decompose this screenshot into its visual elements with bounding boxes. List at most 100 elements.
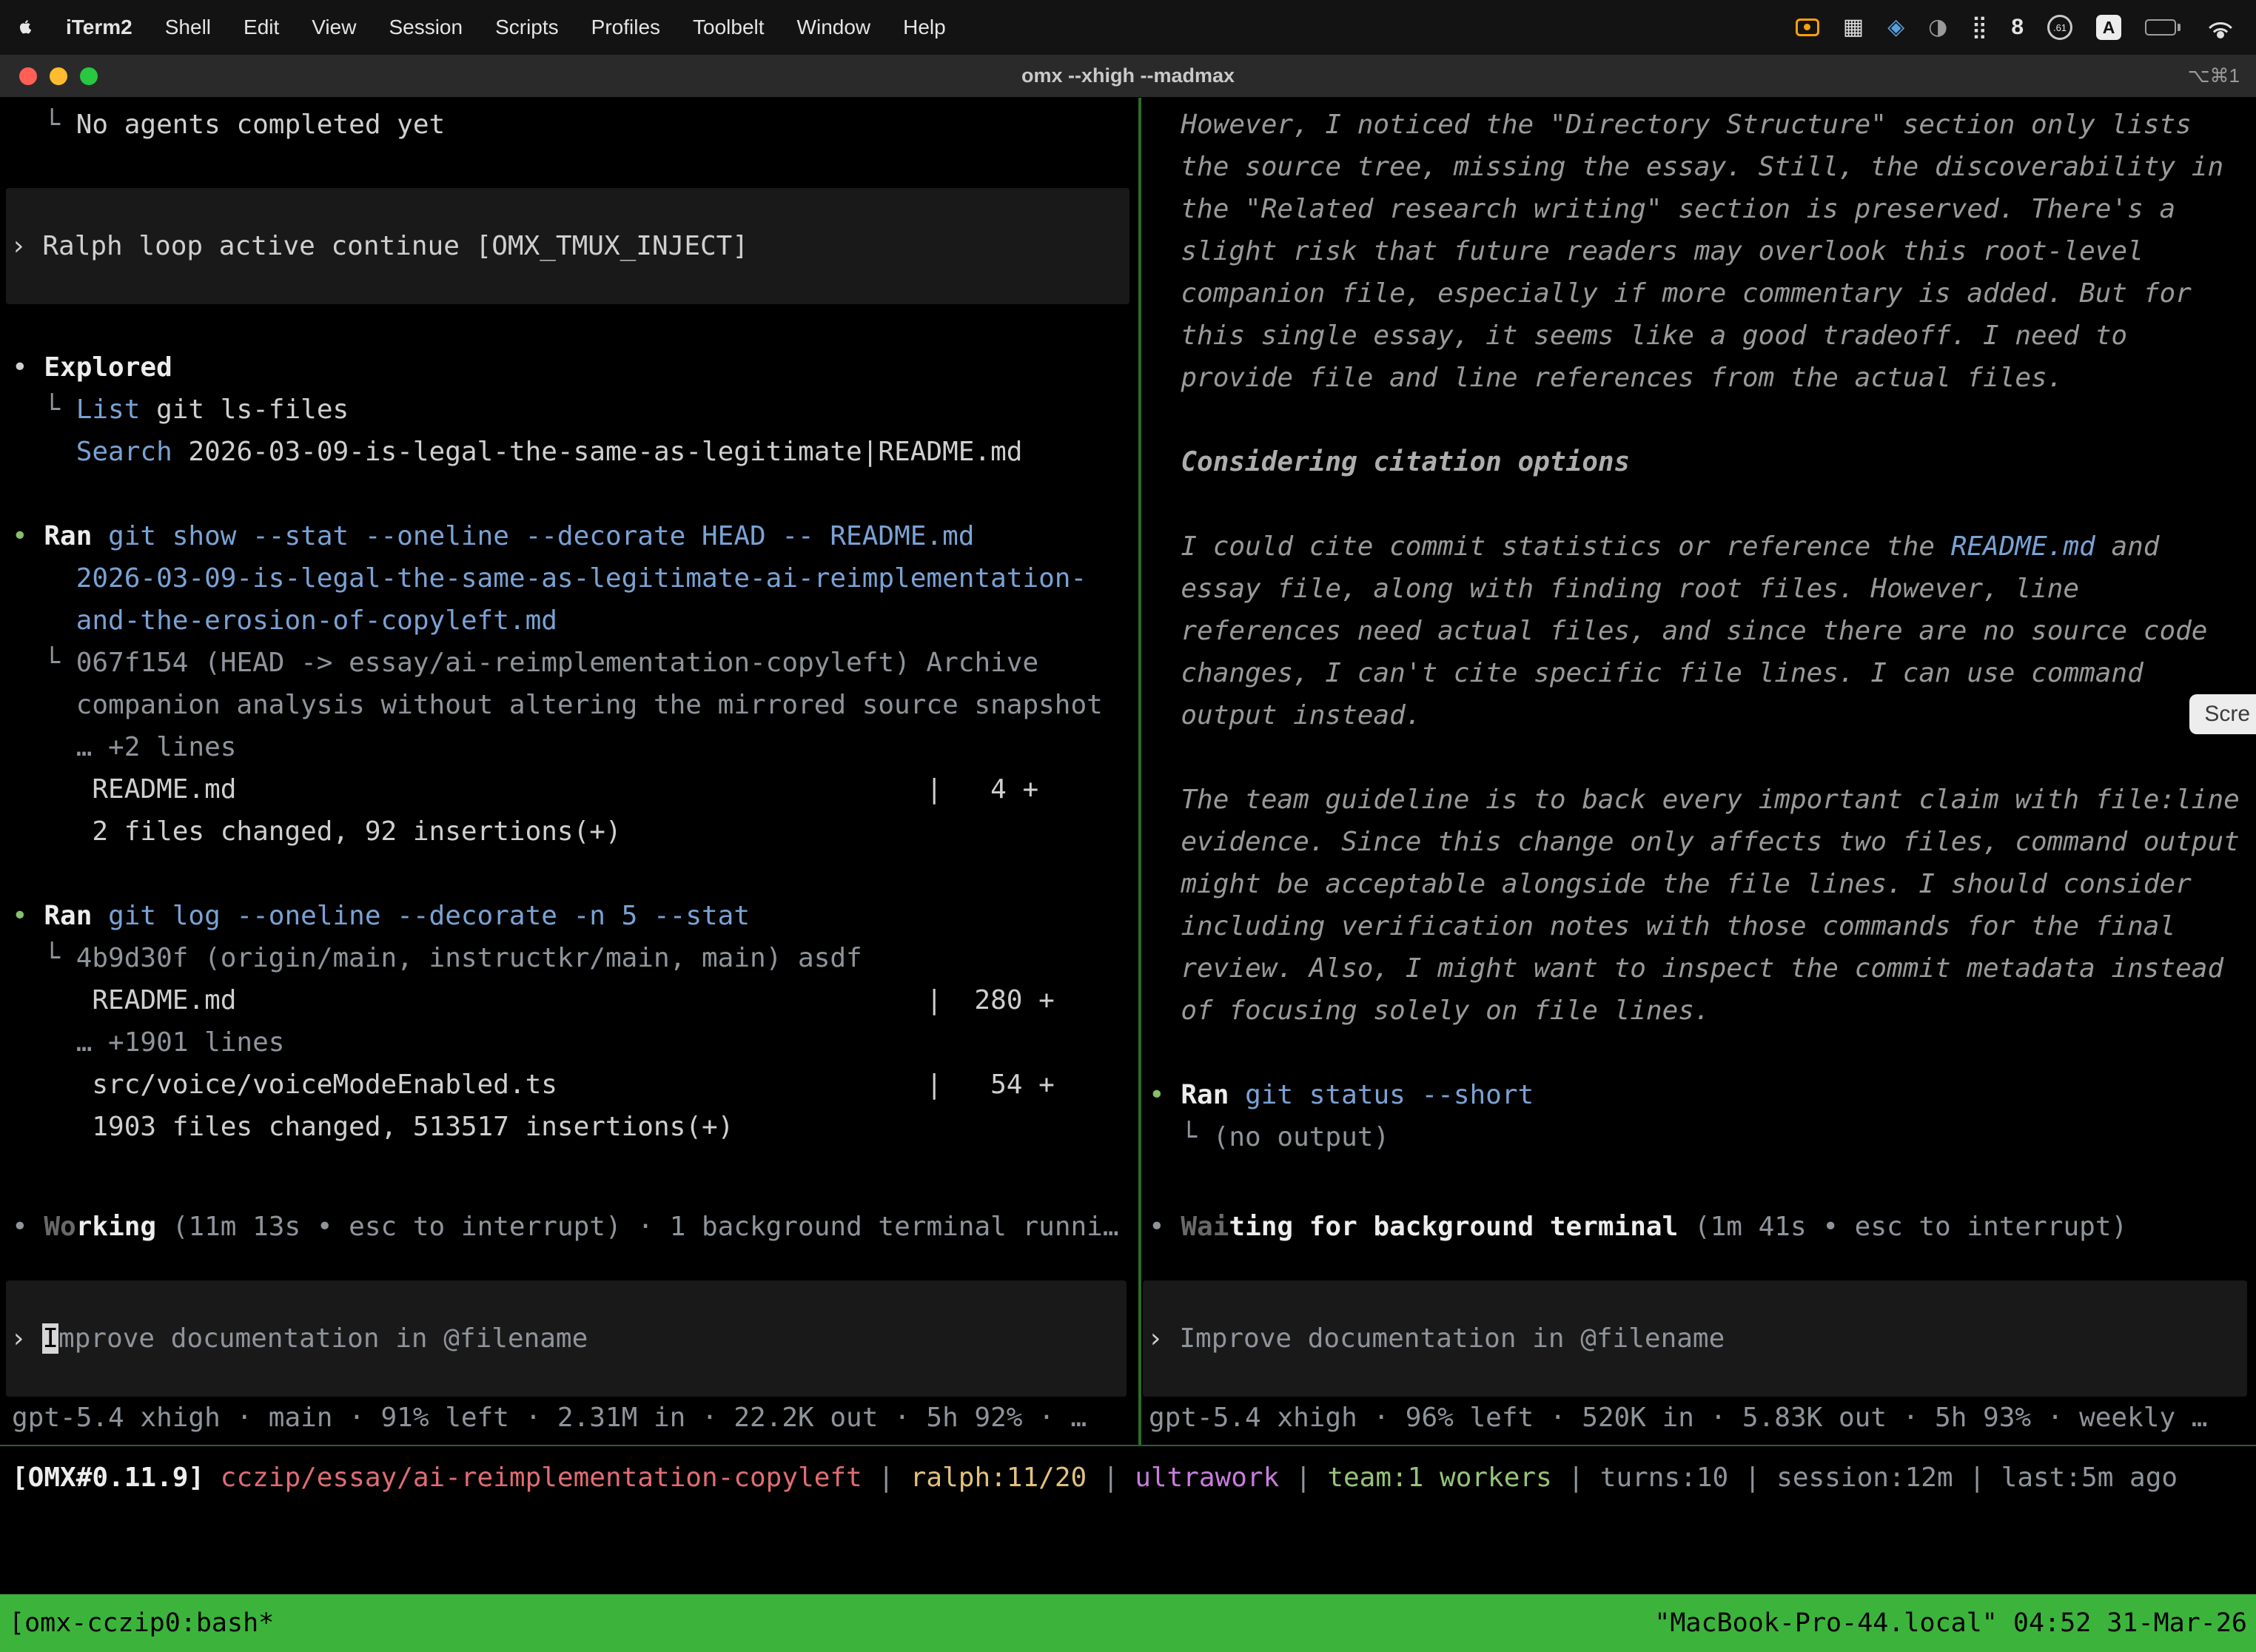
- terminal-line: the "Related research writing" section i…: [1149, 188, 2256, 230]
- terminal-line: README.md | 280 +: [12, 979, 1135, 1021]
- zoom-button[interactable]: [80, 67, 98, 85]
- text-segment: No agents completed yet: [76, 110, 446, 140]
- text-segment: provide file and line references from th…: [1149, 363, 2063, 393]
- keyboard-grid-icon[interactable]: ▦: [1843, 16, 1864, 38]
- text-segment: Improve documentation in @filename: [1179, 1323, 1725, 1354]
- text-segment: ›: [10, 231, 42, 261]
- text-segment: 2026-03-09-is-legal-the-same-as-legitima…: [172, 437, 1023, 467]
- text-segment: ›: [1147, 1323, 1179, 1354]
- menu-item-scripts[interactable]: Scripts: [495, 16, 559, 39]
- terminal-line: the source tree, missing the essay. Stil…: [1149, 146, 2256, 188]
- minimize-button[interactable]: [50, 67, 67, 85]
- eight-app-icon[interactable]: 8: [2011, 15, 2024, 40]
- terminal-line: [1149, 483, 2256, 526]
- text-segment: evidence. Since this change only affects…: [1149, 827, 2240, 857]
- prompt-input[interactable]: › Improve documentation in @filename: [6, 1280, 1127, 1397]
- text-segment: session:12m: [1776, 1463, 1953, 1493]
- text-segment: review. Also, I might want to inspect th…: [1149, 953, 2223, 984]
- text-segment: (1m 41s • esc to interrupt): [1678, 1212, 2127, 1242]
- agent-status-line: • Working (11m 13s • esc to interrupt) ·…: [12, 1206, 1135, 1248]
- text-segment: … +2 lines: [12, 732, 236, 762]
- terminal-line: └ 067f154 (HEAD -> essay/ai-reimplementa…: [12, 642, 1135, 684]
- text-segment: |: [1953, 1463, 2001, 1493]
- terminal-line: └ (no output): [1149, 1116, 2256, 1158]
- terminal-line: 2 files changed, 92 insertions(+): [12, 810, 1135, 853]
- text-segment: Explored: [44, 352, 172, 383]
- text-segment: git log --oneline --decorate -n 5 --stat: [108, 901, 750, 931]
- text-segment: |: [1552, 1463, 1600, 1493]
- tmux-session-label: [omx-cczip0:bash*: [9, 1608, 274, 1638]
- model-status-line: gpt-5.4 xhigh · 96% left · 520K in · 5.8…: [1149, 1397, 2256, 1439]
- text-segment: this single essay, it seems like a good …: [1149, 320, 2127, 351]
- terminal-line: and-the-erosion-of-copyleft.md: [12, 600, 1135, 642]
- round-app-icon[interactable]: ◑: [1928, 16, 1947, 38]
- terminal-line: However, I noticed the "Directory Struct…: [1149, 104, 2256, 146]
- menu-item-edit[interactable]: Edit: [244, 16, 279, 39]
- menu-bar: iTerm2 Shell Edit View Session Scripts Profile…: [0, 0, 2256, 55]
- window-shortcut-badge: ⌥⌘1: [2188, 64, 2256, 87]
- menu-item-view[interactable]: View: [312, 16, 356, 39]
- menu-items: iTerm2 Shell Edit View Session Scripts Profile…: [66, 16, 946, 39]
- dots-grid-icon[interactable]: ⣿: [1971, 16, 1987, 38]
- bottom-spacer: [0, 1495, 2256, 1594]
- ralph-inject-banner[interactable]: › Ralph loop active continue [OMX_TMUX_I…: [6, 188, 1129, 304]
- text-segment: Search: [76, 437, 172, 467]
- right-scrollback: However, I noticed the "Directory Struct…: [1149, 104, 2256, 1158]
- text-segment: The team guideline is to back every impo…: [1149, 785, 2240, 815]
- apple-icon[interactable]: [19, 19, 33, 36]
- text-segment: turns:10: [1600, 1463, 1728, 1493]
- terminal-line: of focusing solely on file lines.: [1149, 990, 2256, 1032]
- text-segment: cczip/essay/ai-reimplementation-copyleft: [221, 1463, 862, 1493]
- terminal-line: essay file, along with finding root file…: [1149, 568, 2256, 610]
- text-segment: companion analysis without altering the …: [12, 690, 1103, 720]
- menu-item-help[interactable]: Help: [903, 16, 946, 39]
- terminal-line: [1149, 1032, 2256, 1074]
- text-segment: gpt-5.4 xhigh · main · 91% left · 2.31M …: [12, 1403, 1087, 1433]
- menu-bar-left: iTerm2 Shell Edit View Session Scripts Profile…: [19, 16, 946, 39]
- menu-item-profiles[interactable]: Profiles: [591, 16, 660, 39]
- screen-recording-indicator-icon[interactable]: [1796, 19, 1819, 36]
- screen-overlay-button[interactable]: Scre: [2189, 694, 2256, 734]
- menu-item-iterm2[interactable]: iTerm2: [66, 16, 132, 39]
- text-segment: slight risk that future readers may over…: [1149, 236, 2143, 266]
- terminal-line: … +2 lines: [12, 726, 1135, 768]
- terminal-line: └ List git ls-files: [12, 389, 1135, 431]
- meter-icon[interactable]: .61: [2047, 15, 2072, 40]
- window-title: omx --xhigh --madmax: [0, 64, 2256, 87]
- blue-app-icon[interactable]: ◈: [1887, 16, 1904, 38]
- text-segment: src/voice/voiceModeEnabled.ts | 54 +: [12, 1070, 1055, 1100]
- text-segment: ralph:11/20: [910, 1463, 1087, 1493]
- text-segment: •: [12, 521, 44, 551]
- battery-icon[interactable]: [2145, 19, 2181, 36]
- text-segment: [12, 437, 76, 467]
- terminal-area: └ No agents completed yet › Ralph loop a…: [0, 98, 2256, 1446]
- close-button[interactable]: [19, 67, 37, 85]
- menu-item-window[interactable]: Window: [797, 16, 871, 39]
- prompt-input[interactable]: › Improve documentation in @filename: [1143, 1280, 2247, 1397]
- terminal-line: evidence. Since this change only affects…: [1149, 821, 2256, 863]
- text-segment: 067f154 (HEAD -> essay/ai-reimplementati…: [76, 648, 1038, 678]
- right-pane[interactable]: However, I noticed the "Directory Struct…: [1141, 98, 2256, 1445]
- menu-item-shell[interactable]: Shell: [165, 16, 211, 39]
- screen: iTerm2 Shell Edit View Session Scripts Profile…: [0, 0, 2256, 1652]
- terminal-line: Considering citation options: [1149, 441, 2256, 483]
- text-segment: (11m 13s • esc to interrupt) · 1 backgro…: [156, 1212, 1118, 1242]
- menu-item-session[interactable]: Session: [389, 16, 463, 39]
- text-segment: the source tree, missing the essay. Stil…: [1149, 152, 2223, 182]
- input-source-icon[interactable]: A: [2096, 15, 2121, 40]
- text-segment: |: [1728, 1463, 1776, 1493]
- terminal-line: changes, I can't cite specific file line…: [1149, 652, 2256, 694]
- wifi-icon[interactable]: [2204, 16, 2237, 38]
- left-pane[interactable]: └ No agents completed yet › Ralph loop a…: [0, 98, 1138, 1445]
- menu-item-toolbelt[interactable]: Toolbelt: [693, 16, 765, 39]
- text-segment: git ls-files: [140, 394, 349, 425]
- text-segment: •: [12, 901, 44, 931]
- agent-status-line: • Waiting for background terminal (1m 41…: [1149, 1206, 2256, 1248]
- text-segment: ultrawork: [1135, 1463, 1279, 1493]
- terminal-line: review. Also, I might want to inspect th…: [1149, 947, 2256, 990]
- text-segment: └: [12, 648, 76, 678]
- terminal-line: provide file and line references from th…: [1149, 357, 2256, 399]
- text-segment: references need actual files, and since …: [1149, 616, 2207, 646]
- tmux-status-bar[interactable]: [omx-cczip0:bash* "MacBook-Pro-44.local"…: [0, 1594, 2256, 1652]
- menu-bar-status-area: ▦ ◈ ◑ ⣿ 8 .61 A: [1796, 15, 2237, 40]
